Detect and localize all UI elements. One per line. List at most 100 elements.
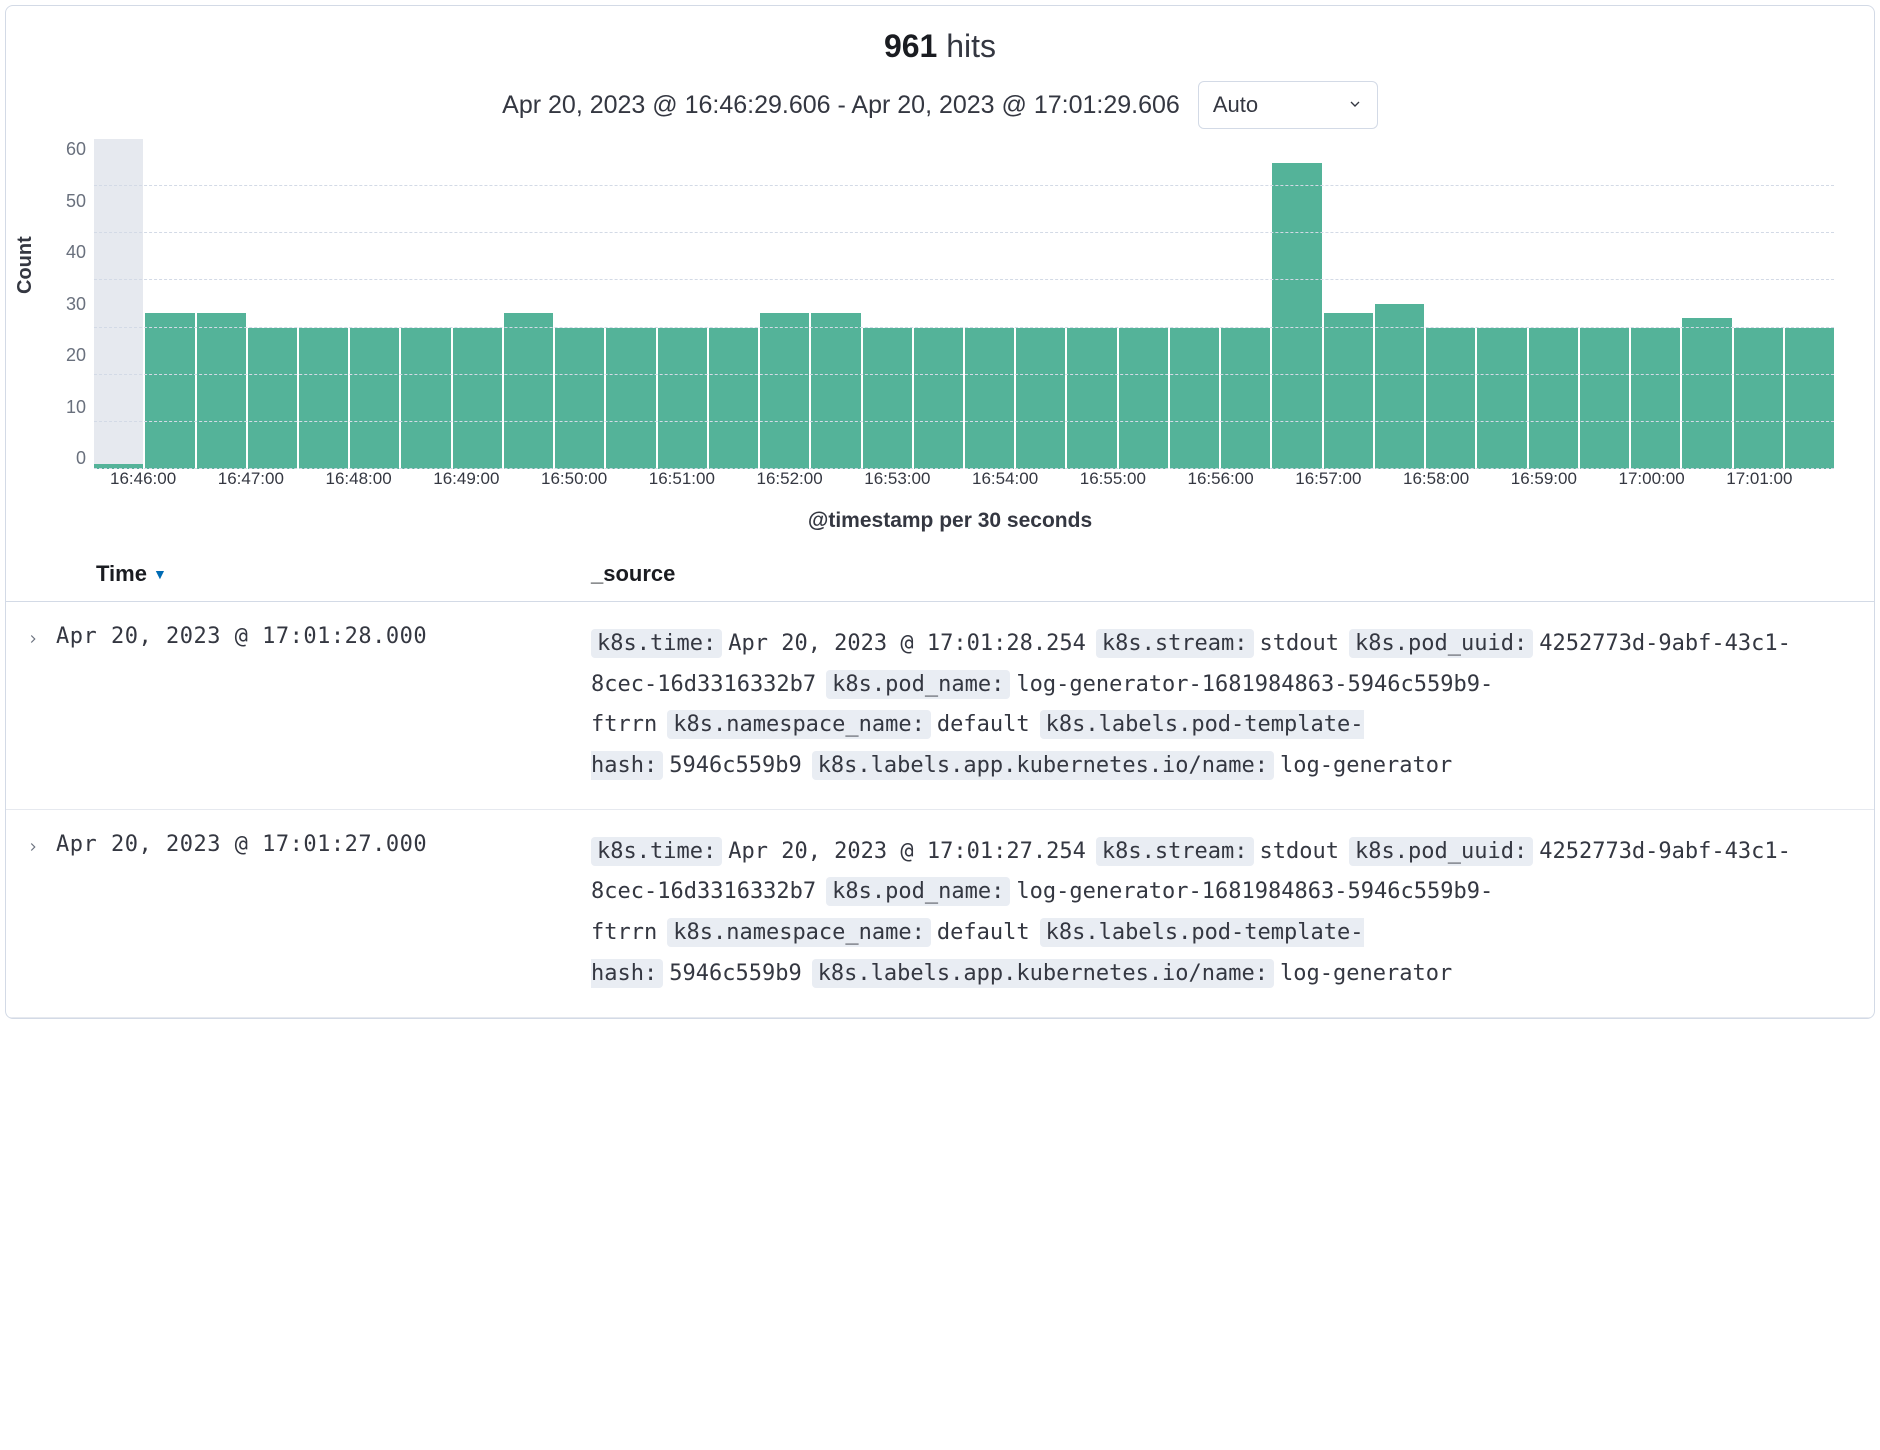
xtick: 16:54:00 <box>972 469 1080 489</box>
histogram-bar[interactable] <box>248 328 297 469</box>
histogram-bar[interactable] <box>1119 328 1168 469</box>
histogram-bar[interactable] <box>914 328 963 469</box>
histogram-bar[interactable] <box>1477 328 1526 469</box>
field-key[interactable]: k8s.namespace_name: <box>667 710 931 739</box>
ytick: 0 <box>76 448 86 469</box>
field-key[interactable]: k8s.labels.app.kubernetes.io/name: <box>812 959 1274 988</box>
table-row: Apr 20, 2023 @ 17:01:27.000k8s.time:Apr … <box>6 810 1874 1018</box>
ytick: 10 <box>66 397 86 418</box>
ytick: 60 <box>66 139 86 160</box>
table-header: Time ▼ _source <box>6 551 1874 602</box>
histogram-bar[interactable] <box>94 139 143 469</box>
histogram-bar[interactable] <box>965 328 1014 469</box>
discover-panel: 961 hits Apr 20, 2023 @ 16:46:29.606 - A… <box>5 5 1875 1019</box>
histogram-bar[interactable] <box>1324 313 1373 469</box>
field-value: Apr 20, 2023 @ 17:01:28.254 <box>728 631 1086 656</box>
histogram-bar[interactable] <box>401 328 450 469</box>
histogram-bar[interactable] <box>1529 328 1578 469</box>
histogram-bar[interactable] <box>1067 328 1116 469</box>
histogram-bar[interactable] <box>709 328 758 469</box>
field-value: stdout <box>1260 839 1339 864</box>
time-cell: Apr 20, 2023 @ 17:01:28.000 <box>56 624 591 787</box>
histogram-bar[interactable] <box>760 313 809 469</box>
field-key[interactable]: k8s.stream: <box>1096 837 1254 866</box>
histogram-bar[interactable] <box>145 313 194 469</box>
table-row: Apr 20, 2023 @ 17:01:28.000k8s.time:Apr … <box>6 602 1874 810</box>
chart-ylabel: Count <box>14 236 37 294</box>
field-key[interactable]: k8s.labels.app.kubernetes.io/name: <box>812 751 1274 780</box>
ytick: 20 <box>66 345 86 366</box>
xtick: 16:50:00 <box>541 469 649 489</box>
histogram-bar[interactable] <box>658 328 707 469</box>
histogram-chart: Count 6050403020100 16:46:0016:47:0016:4… <box>6 135 1874 533</box>
field-key[interactable]: k8s.namespace_name: <box>667 918 931 947</box>
xtick: 16:57:00 <box>1295 469 1403 489</box>
ytick: 50 <box>66 191 86 212</box>
chart-bars <box>94 139 1834 469</box>
xtick: 16:46:00 <box>110 469 218 489</box>
field-value: default <box>937 920 1030 945</box>
field-value: Apr 20, 2023 @ 17:01:27.254 <box>728 839 1086 864</box>
histogram-bar[interactable] <box>606 328 655 469</box>
hits-header: 961 hits Apr 20, 2023 @ 16:46:29.606 - A… <box>6 6 1874 135</box>
histogram-bar[interactable] <box>1631 328 1680 469</box>
field-key[interactable]: k8s.stream: <box>1096 629 1254 658</box>
time-range-line: Apr 20, 2023 @ 16:46:29.606 - Apr 20, 20… <box>26 81 1854 129</box>
field-value: log-generator <box>1280 753 1452 778</box>
field-key[interactable]: k8s.time: <box>591 837 722 866</box>
histogram-bar[interactable] <box>555 328 604 469</box>
field-key[interactable]: k8s.pod_uuid: <box>1349 837 1533 866</box>
time-range-text: Apr 20, 2023 @ 16:46:29.606 - Apr 20, 20… <box>502 91 1180 120</box>
xtick: 16:48:00 <box>326 469 434 489</box>
chart-xaxis: 16:46:0016:47:0016:48:0016:49:0016:50:00… <box>66 469 1834 489</box>
field-value: stdout <box>1260 631 1339 656</box>
histogram-bar[interactable] <box>1734 328 1783 469</box>
xtick: 16:51:00 <box>649 469 757 489</box>
xtick: 16:47:00 <box>218 469 326 489</box>
histogram-bar[interactable] <box>1682 318 1731 469</box>
chart-xlabel: @timestamp per 30 seconds <box>66 509 1834 533</box>
histogram-bar[interactable] <box>1221 328 1270 469</box>
xtick: 16:59:00 <box>1511 469 1619 489</box>
histogram-bar[interactable] <box>1016 328 1065 469</box>
time-cell: Apr 20, 2023 @ 17:01:27.000 <box>56 832 591 995</box>
hits-count: 961 <box>884 28 937 64</box>
field-key[interactable]: k8s.pod_name: <box>826 670 1010 699</box>
xtick: 16:53:00 <box>864 469 972 489</box>
ytick: 30 <box>66 294 86 315</box>
field-key[interactable]: k8s.time: <box>591 629 722 658</box>
expand-toggle[interactable] <box>26 624 56 787</box>
interval-selected-label: Auto <box>1213 92 1258 118</box>
table-body: Apr 20, 2023 @ 17:01:28.000k8s.time:Apr … <box>6 602 1874 1018</box>
column-header-source[interactable]: _source <box>591 561 1854 587</box>
histogram-bar[interactable] <box>1272 163 1321 469</box>
xtick: 16:49:00 <box>433 469 541 489</box>
chart-plot-area[interactable] <box>94 139 1834 469</box>
field-value: 5946c559b9 <box>669 961 801 986</box>
chart-yaxis: 6050403020100 <box>66 139 94 469</box>
histogram-bar[interactable] <box>1580 328 1629 469</box>
source-cell: k8s.time:Apr 20, 2023 @ 17:01:28.254 k8s.… <box>591 624 1854 787</box>
sort-desc-icon: ▼ <box>153 566 167 582</box>
histogram-bar[interactable] <box>350 328 399 469</box>
histogram-bar[interactable] <box>811 313 860 469</box>
histogram-bar[interactable] <box>299 328 348 469</box>
expand-toggle[interactable] <box>26 832 56 995</box>
xtick: 16:56:00 <box>1188 469 1296 489</box>
histogram-bar[interactable] <box>1375 304 1424 469</box>
hits-label: hits <box>946 28 996 64</box>
interval-select[interactable]: Auto <box>1198 81 1378 129</box>
histogram-bar[interactable] <box>1426 328 1475 469</box>
histogram-bar[interactable] <box>453 328 502 469</box>
column-header-time[interactable]: Time ▼ <box>96 561 591 587</box>
xtick: 16:58:00 <box>1403 469 1511 489</box>
xtick: 17:00:00 <box>1619 469 1727 489</box>
histogram-bar[interactable] <box>504 313 553 469</box>
histogram-bar[interactable] <box>1785 328 1834 469</box>
histogram-bar[interactable] <box>1170 328 1219 469</box>
field-key[interactable]: k8s.pod_uuid: <box>1349 629 1533 658</box>
histogram-bar[interactable] <box>197 313 246 469</box>
field-key[interactable]: k8s.pod_name: <box>826 877 1010 906</box>
field-value: 5946c559b9 <box>669 753 801 778</box>
histogram-bar[interactable] <box>863 328 912 469</box>
